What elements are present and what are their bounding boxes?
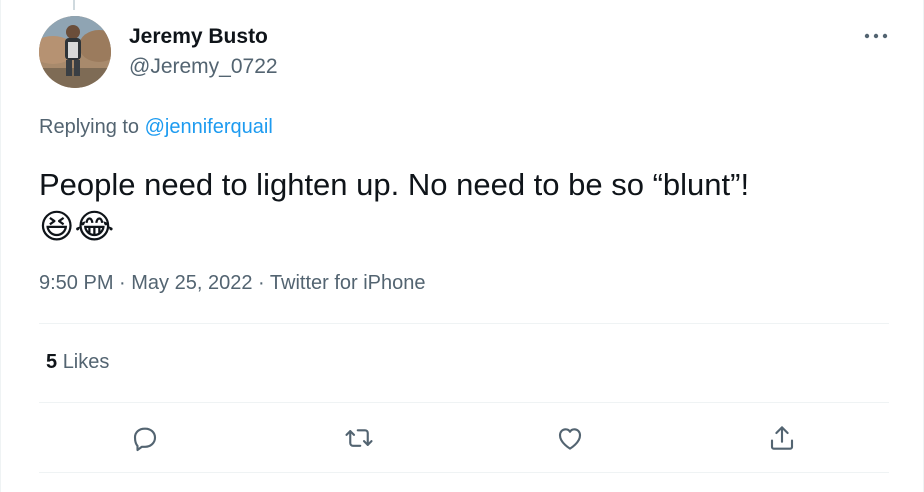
tweet-detail: Jeremy Busto @Jeremy_0722 Replying to @j…	[0, 0, 924, 492]
replying-to-label: Replying to	[39, 116, 140, 138]
reply-icon	[133, 427, 157, 452]
avatar-photo-icon	[39, 16, 111, 88]
author-avatar[interactable]	[39, 16, 111, 88]
tweet-body: People need to lighten up. No need to be…	[39, 164, 899, 249]
reply-button[interactable]	[125, 420, 165, 456]
reply-mention-link[interactable]: @jenniferquail	[145, 116, 273, 138]
likes-label: Likes	[62, 351, 110, 373]
tears-of-joy-emoji: 😂	[74, 207, 115, 247]
share-button[interactable]	[762, 420, 802, 456]
tweet-time[interactable]: 9:50 PM	[39, 272, 113, 294]
likes-count: 5	[46, 351, 58, 373]
likes-count-link[interactable]: 5 Likes	[46, 351, 109, 374]
more-options-button[interactable]	[856, 24, 896, 48]
retweet-icon	[345, 429, 373, 447]
divider	[39, 472, 889, 473]
tweet-text: People need to lighten up. No need to be…	[39, 167, 750, 202]
author-handle[interactable]: @Jeremy_0722	[129, 55, 278, 79]
author-name[interactable]: Jeremy Busto	[129, 25, 268, 49]
more-horizontal-icon	[864, 33, 888, 39]
tweet-metadata: 9:50 PM · May 25, 2022 · Twitter for iPh…	[39, 272, 426, 295]
tweet-source[interactable]: Twitter for iPhone	[270, 272, 426, 294]
retweet-button[interactable]	[339, 420, 379, 456]
share-icon	[770, 426, 794, 450]
thread-connector-line	[73, 0, 75, 10]
divider	[39, 402, 889, 403]
replying-to-line: Replying to @jenniferquail	[39, 116, 273, 139]
meta-separator: ·	[113, 272, 132, 294]
like-button[interactable]	[550, 420, 590, 456]
divider	[39, 323, 889, 324]
like-icon	[558, 428, 582, 450]
laughing-emoji: 😆	[39, 207, 75, 247]
meta-separator: ·	[252, 272, 270, 294]
tweet-date[interactable]: May 25, 2022	[131, 272, 252, 294]
